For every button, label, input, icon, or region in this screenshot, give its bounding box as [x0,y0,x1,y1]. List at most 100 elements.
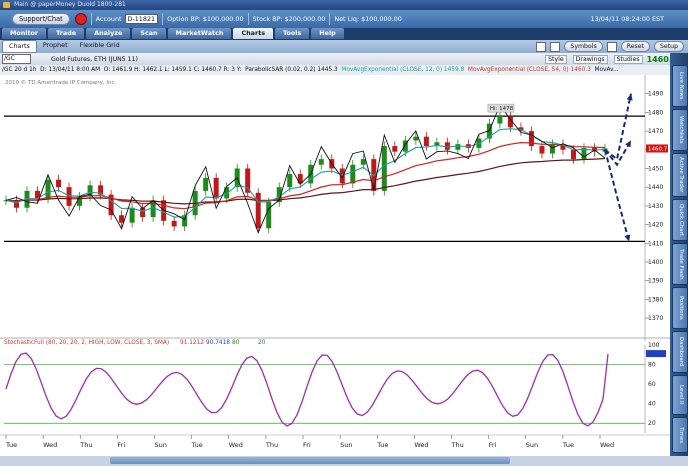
candle-body [56,179,62,188]
main-nav: Monitor Trade Analyze Scan MarketWatch Charts… [0,28,688,40]
drawings-button[interactable]: Drawings [572,54,608,64]
tab-charts[interactable]: Charts [233,28,273,39]
sidebar-tab-active-trader[interactable]: Active Trader [672,153,688,197]
candle-body [444,142,450,150]
ema54-value: MovAvgExponential (CLOSE, 54, 0) 1460.3 [467,67,591,73]
candle-body [77,196,83,206]
candle-body [360,159,366,165]
sidebar-tab-trade-flash[interactable]: Trade Flash [672,243,688,285]
ema54-line [5,141,606,210]
account-select[interactable]: D-11821 [124,14,159,24]
time-axis-label: Tue [5,441,17,449]
subtab-charts[interactable]: Charts [2,40,37,53]
time-axis-label: Tue [376,441,388,449]
time-axis-label: Wed [600,441,614,449]
candle-body [129,207,135,223]
sidebar-tab-live-news[interactable]: Live News [672,65,688,107]
chart-area[interactable]: 2010 © TD Ameritrade IP Company, Inc. 149… [0,75,670,456]
window-title-bar: Main @ paperMoney DuoId 1800-281 [0,0,688,10]
candle-body [392,146,398,152]
time-axis-label: Thu [265,441,278,449]
support-chat-button[interactable]: Support/Chat [12,13,70,25]
net-liq: Net Liq: $100,000.00 [334,15,402,23]
time-axis-label: Fri [303,441,311,449]
tab-monitor[interactable]: Monitor [2,28,47,39]
chart-scrollbar[interactable] [0,456,688,466]
sidebar-tab-level2[interactable]: Level II [672,375,688,415]
scrollbar-thumb[interactable] [110,457,510,464]
long-moving-average-line [5,157,606,205]
candle-body [318,159,324,165]
candle-body [245,168,251,193]
study-info-line: /GC 20 d 1h D: 13/04/11 8:00 AM O: 1461.… [0,65,670,75]
studies-button[interactable]: Studies [613,54,643,64]
projection-arrowhead-3 [624,234,631,242]
account-label: Account [95,15,122,23]
stock-bp: Stock BP: $200,000.00 [252,15,326,23]
time-axis-label: Sun [155,441,167,449]
record-icon[interactable] [74,13,87,25]
price-axis-label: 1420 [648,222,663,229]
sidebar-tab-quick-chart[interactable]: Quick Chart [672,199,688,241]
price-axis-label: 1440 [648,184,663,191]
price-axis-label: 1400 [648,259,663,266]
sidebar-tab-times[interactable]: Times [672,417,688,453]
reset-button[interactable]: Reset [620,41,650,52]
candle-body [381,146,387,191]
candle-body [255,192,261,229]
candle-body [570,149,576,160]
setup-button[interactable]: Setup [653,41,684,52]
stochastic-axis-label: 60 [648,381,656,388]
high-annotation: Hi: 1478 [490,106,514,112]
time-axis-label: Tue [191,441,203,449]
symbols-button[interactable]: Symbols [564,41,603,52]
price-axis-label: 1490 [648,91,663,98]
tab-analyze[interactable]: Analyze [86,28,131,39]
candle-body [549,144,555,154]
stochastic-value-0: 91.1212 [180,340,204,346]
price-axis-label: 1390 [648,278,663,285]
lock-icon[interactable] [606,41,617,52]
tab-marketwatch[interactable]: MarketWatch [167,28,232,39]
chart-controls: Style Drawings Studies 1460.70 [539,54,688,64]
price-axis-label: 1450 [648,165,663,172]
app-icon [3,2,10,8]
bar-date: D: 13/04/11 8:00 AM [40,67,101,73]
price-axis-label: 1380 [648,296,663,303]
last-price-marker-label: 1460.7 [648,146,668,152]
price-axis-label: 1470 [648,128,663,135]
style-button[interactable]: Style [545,54,567,64]
price-chart-svg[interactable]: 2010 © TD Ameritrade IP Company, Inc. 149… [0,75,670,456]
tab-trade[interactable]: Trade [48,28,85,39]
tab-help[interactable]: Help [311,28,344,39]
time-axis-label: Wed [43,441,57,449]
parabolic-sar-line [5,104,606,234]
ohlc-values: O: 1461.9 H: 1462.1 L: 1459.1 C: 1460.7 … [103,67,242,73]
time-axis-label: Thu [451,441,464,449]
candle-body [171,220,177,227]
subtab-flexible-grid[interactable]: Flexible Grid [74,40,126,51]
candle-body [119,215,125,223]
layout-icon[interactable] [536,41,547,52]
candle-body [213,177,219,199]
sidebar-tab-positions[interactable]: Positions [672,287,688,329]
time-axis-label: Tue [562,441,574,449]
subtab-prophet[interactable]: Prophet [37,40,74,51]
symbol-description: Gold Futures, ETH (JUN5 11) [51,55,138,63]
time-axis-label: Fri [117,441,125,449]
sidebar-tab-dashboard[interactable]: Dashboard [672,331,688,373]
time-axis-label: Wed [229,441,243,449]
sub-tab-group: Charts Prophet Flexible Grid [2,40,126,53]
more-studies: MovAv... [594,67,619,73]
sidebar-tab-watchlist[interactable]: Watchlists [672,109,688,151]
grid-icon[interactable] [550,41,561,52]
stochastic-axis-label: 80 [648,362,656,369]
price-axis-label: 1430 [648,203,663,210]
tab-scan[interactable]: Scan [132,28,166,39]
tab-tools[interactable]: Tools [275,28,310,39]
time-axis-label: Thu [79,441,92,449]
symbol-input[interactable]: /GC [2,54,31,64]
candle-body [350,164,356,184]
sub-nav: Charts Prophet Flexible Grid Symbols Reset… [0,40,688,53]
time-axis-label: Wed [414,441,428,449]
